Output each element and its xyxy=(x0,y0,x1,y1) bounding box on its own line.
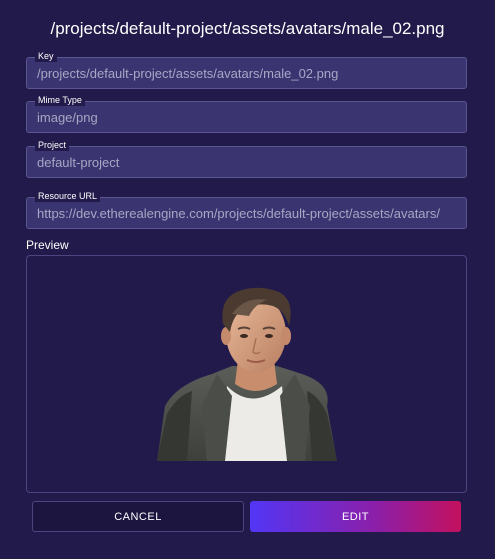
key-field-label: Key xyxy=(35,51,57,62)
mime-type-field-label: Mime Type xyxy=(35,95,85,106)
project-field-value[interactable]: default-project xyxy=(37,155,460,170)
dialog-title: /projects/default-project/assets/avatars… xyxy=(50,19,445,38)
avatar-preview-image xyxy=(157,287,337,461)
preview-panel xyxy=(26,255,467,493)
mime-type-field-value[interactable]: image/png xyxy=(37,110,460,125)
resource-url-field[interactable]: Resource URL https://dev.etherealengine.… xyxy=(26,191,467,229)
preview-label: Preview xyxy=(26,238,69,252)
project-field[interactable]: Project default-project xyxy=(26,140,467,178)
project-field-label: Project xyxy=(35,140,70,151)
key-field-value[interactable]: /projects/default-project/assets/avatars… xyxy=(37,66,460,81)
resource-url-field-value[interactable]: https://dev.etherealengine.com/projects/… xyxy=(37,206,460,221)
key-field[interactable]: Key /projects/default-project/assets/ava… xyxy=(26,51,467,89)
edit-button[interactable]: EDIT xyxy=(250,501,461,532)
mime-type-field[interactable]: Mime Type image/png xyxy=(26,95,467,133)
resource-details-dialog: /projects/default-project/assets/avatars… xyxy=(0,0,495,559)
resource-url-field-label: Resource URL xyxy=(35,191,101,202)
cancel-button[interactable]: CANCEL xyxy=(32,501,244,532)
